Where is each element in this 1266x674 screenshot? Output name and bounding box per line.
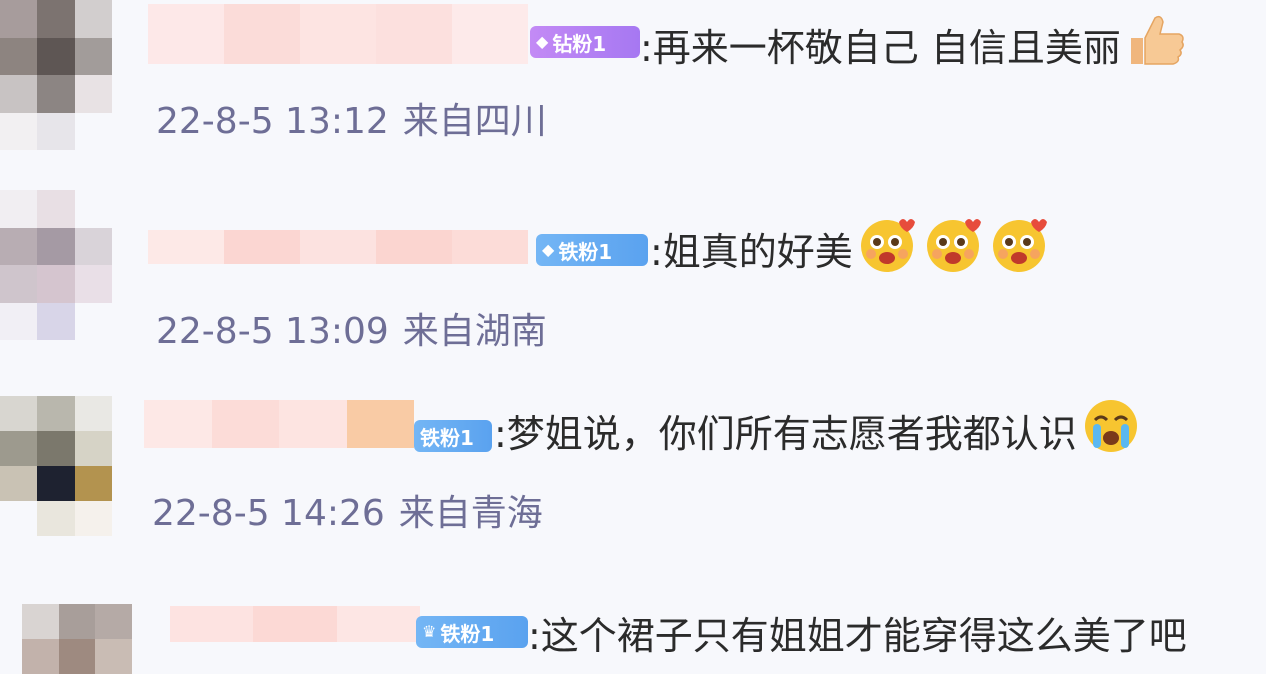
avatar[interactable] — [22, 604, 132, 674]
username-blurred[interactable] — [148, 4, 528, 64]
fan-badge[interactable]: ♛ 铁粉1 — [416, 616, 528, 648]
comment-text-row: :姐真的好美 — [650, 218, 1051, 278]
heart-eyes-icon — [923, 214, 985, 283]
comment-text: :姐真的好美 — [650, 229, 853, 274]
comment-text-row: :梦姐说，你们所有志愿者我都认识 — [494, 399, 1141, 460]
comment-item: ♛ 铁粉1 :这个裙子只有姐姐才能穿得这么美了吧 — [0, 604, 1266, 674]
badge-label: 钻粉1 — [552, 31, 607, 56]
username-blurred[interactable] — [170, 606, 420, 642]
heart-eyes-icon — [857, 214, 919, 283]
fan-badge[interactable]: ◆ 钻粉1 — [530, 26, 640, 58]
comment-text: :这个裙子只有姐姐才能穿得这么美了吧 — [528, 613, 1187, 658]
badge-label: 铁粉1 — [558, 239, 613, 264]
comment-meta: 22-8-5 14:26 来自青海 — [152, 484, 543, 536]
comment-item: ◆ 铁粉1 :姐真的好美 22-8-5 13:09 来自湖南 — [0, 190, 1266, 370]
diamond-icon: ◆ — [542, 240, 555, 259]
comment-meta: 22-8-5 13:12 来自四川 — [156, 92, 547, 144]
thumbs-up-icon — [1125, 12, 1187, 77]
location: 来自湖南 — [402, 311, 547, 352]
fan-badge[interactable]: 铁粉1 — [414, 420, 492, 452]
username-blurred[interactable] — [144, 400, 414, 448]
badge-label: 铁粉1 — [420, 425, 474, 450]
avatar[interactable] — [0, 190, 112, 340]
diamond-icon: ◆ — [536, 32, 549, 51]
fan-badge[interactable]: ◆ 铁粉1 — [536, 234, 648, 266]
comment-text-row: :这个裙子只有姐姐才能穿得这么美了吧 — [528, 604, 1187, 660]
comment-meta: 22-8-5 13:09 来自湖南 — [156, 302, 547, 354]
timestamp: 22-8-5 13:09 — [156, 311, 389, 352]
location: 来自四川 — [402, 101, 547, 142]
crying-face-icon — [1081, 396, 1141, 465]
comment-text-row: :再来一杯敬自己 自信且美丽 — [640, 14, 1187, 74]
avatar[interactable] — [0, 0, 112, 150]
comment-text: :梦姐说，你们所有志愿者我都认识 — [494, 411, 1077, 456]
comment-text: :再来一杯敬自己 自信且美丽 — [640, 25, 1121, 70]
avatar[interactable] — [0, 396, 112, 536]
timestamp: 22-8-5 13:12 — [156, 101, 389, 142]
badge-label: 铁粉1 — [440, 621, 495, 646]
comment-item: 铁粉1 :梦姐说，你们所有志愿者我都认识 22-8-5 14:26 来自青海 — [0, 396, 1266, 576]
heart-eyes-icon — [989, 214, 1051, 283]
timestamp: 22-8-5 14:26 — [152, 493, 385, 534]
fan-icon: ♛ — [422, 622, 437, 641]
location: 来自青海 — [398, 493, 543, 534]
username-blurred[interactable] — [148, 230, 528, 264]
comment-item: ◆ 钻粉1 :再来一杯敬自己 自信且美丽 22-8-5 13:12 来自四川 — [0, 0, 1266, 170]
